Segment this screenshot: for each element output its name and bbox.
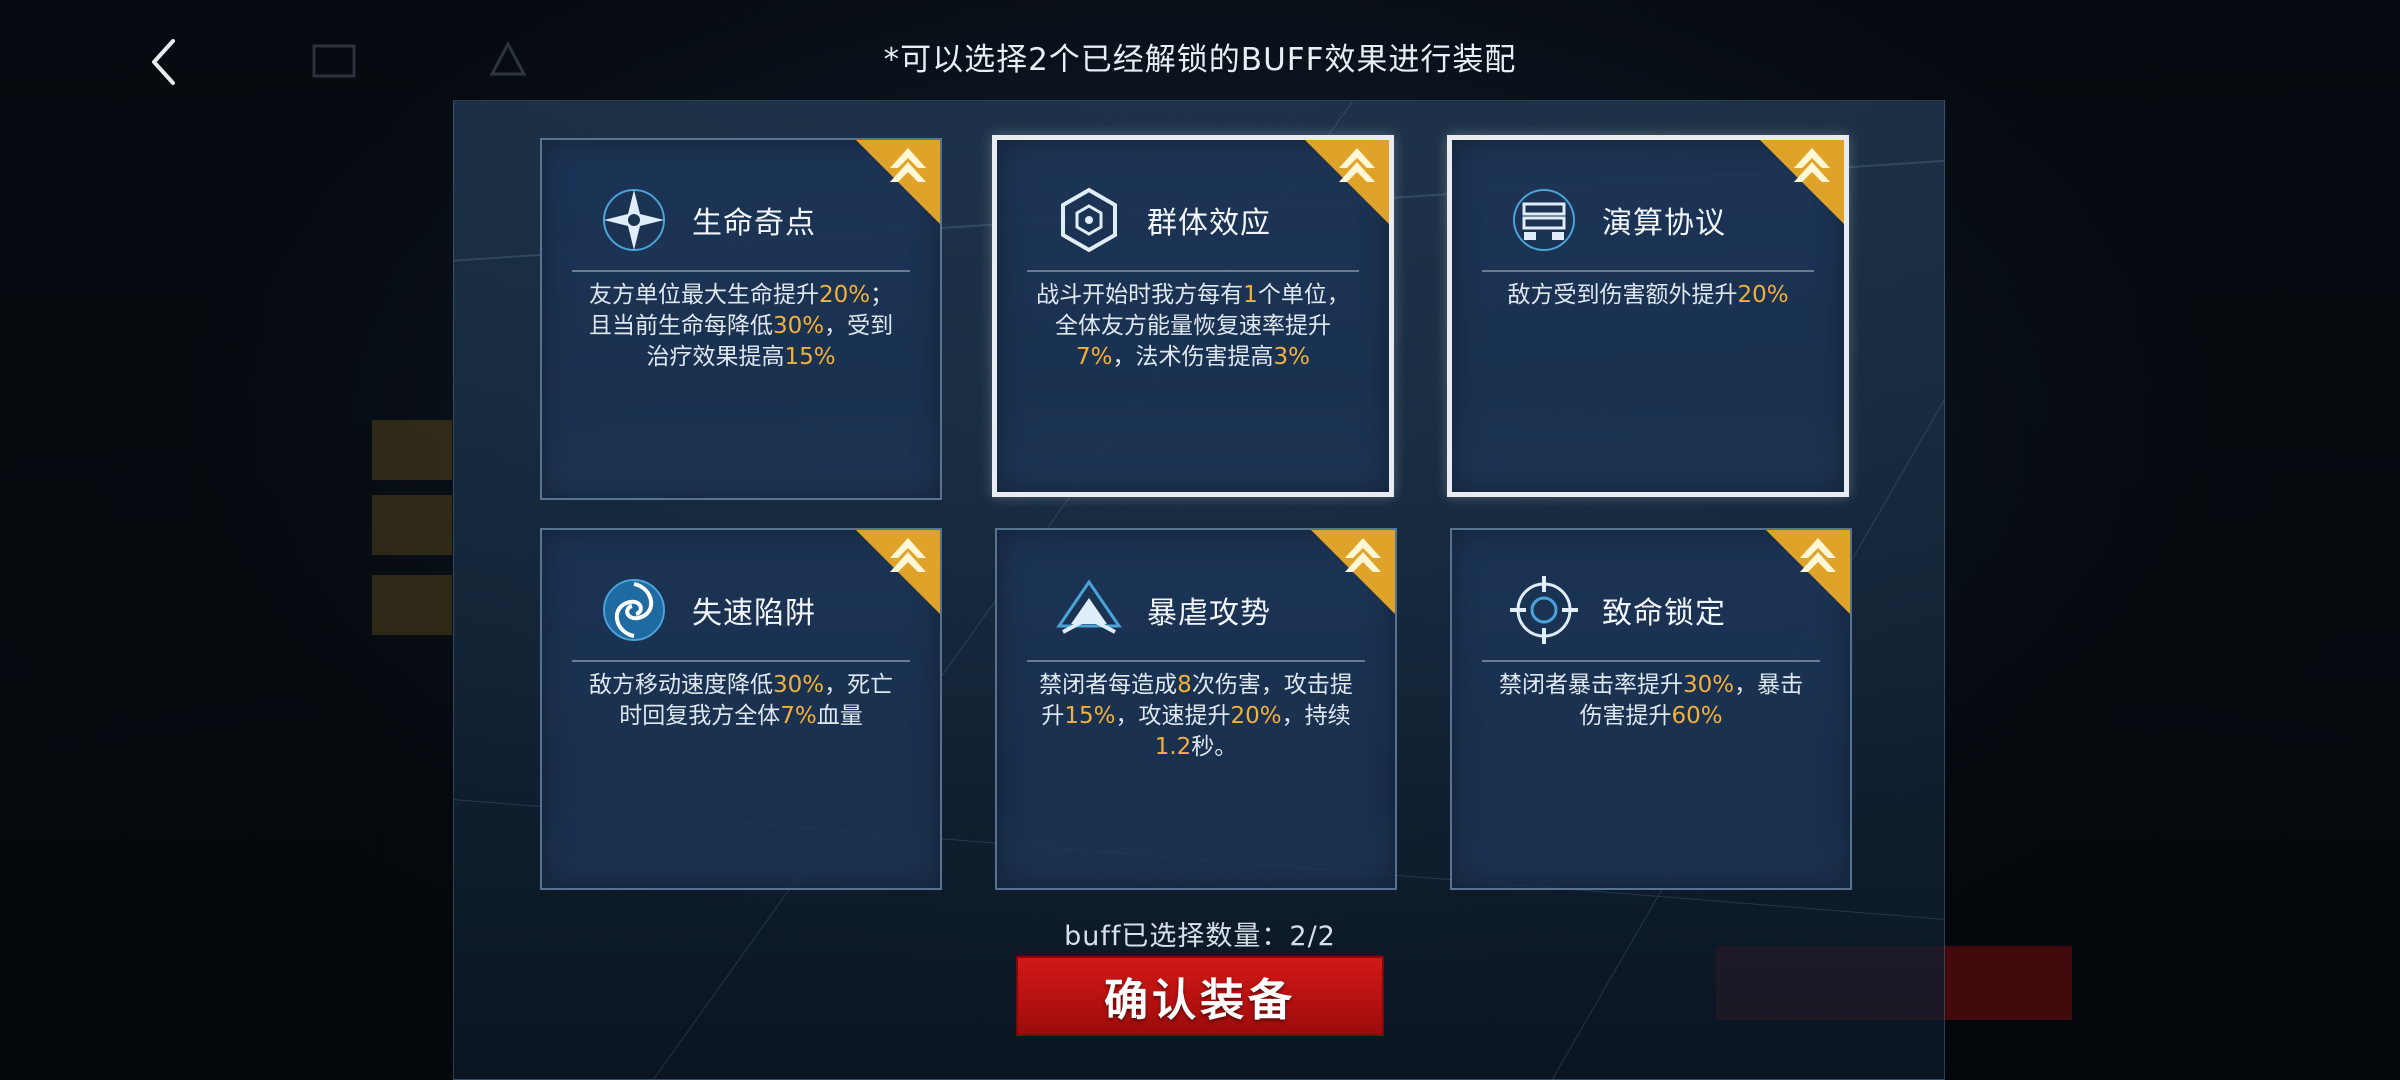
buff-card[interactable]: 失速陷阱 敌方移动速度降低30%，死亡 时回复我方全体7%血量 bbox=[540, 528, 942, 890]
description-text: ，受到 bbox=[824, 313, 894, 339]
highlight-value: 15% bbox=[784, 344, 836, 370]
description-text: 且当前生命每降低 bbox=[588, 313, 773, 339]
description-line: 禁闭者每造成8次伤害，攻击提 bbox=[1021, 670, 1371, 701]
description-text: 禁闭者暴击率提升 bbox=[1498, 672, 1683, 698]
description-text: 敌方受到伤害额外提升 bbox=[1507, 282, 1738, 308]
card-divider bbox=[1027, 660, 1365, 662]
buff-card-title: 群体效应 bbox=[1147, 206, 1271, 241]
highlight-value: 8 bbox=[1177, 672, 1192, 698]
rank-badge-icon bbox=[1760, 140, 1844, 224]
description-text: 次伤害，攻击提 bbox=[1191, 672, 1353, 698]
card-divider bbox=[572, 270, 910, 272]
highlight-value: 30% bbox=[772, 672, 825, 698]
description-text: 秒。 bbox=[1191, 734, 1238, 760]
highlight-value: 1 bbox=[1243, 282, 1258, 308]
description-text: 禁闭者每造成 bbox=[1039, 672, 1178, 698]
description-text: ，攻速提升 bbox=[1115, 703, 1231, 729]
card-divider bbox=[1482, 660, 1820, 662]
description-line: 全体友方能量恢复速率提升 bbox=[1021, 311, 1365, 342]
buff-card-description: 友方单位最大生命提升20%； 且当前生命每降低30%，受到 治疗效果提高15% bbox=[566, 280, 916, 373]
description-text: ，死亡 bbox=[824, 672, 894, 698]
description-line: 敌方受到伤害额外提升20% bbox=[1476, 280, 1820, 311]
buff-card-description: 禁闭者每造成8次伤害，攻击提 升15%，攻速提升20%，持续 1.2秒。 bbox=[1021, 670, 1371, 763]
buff-card-description: 禁闭者暴击率提升30%，暴击 伤害提升60% bbox=[1476, 670, 1826, 732]
description-text: 血量 bbox=[816, 703, 863, 729]
description-line: 时回复我方全体7%血量 bbox=[566, 701, 916, 732]
buff-card-title: 致命锁定 bbox=[1602, 596, 1726, 631]
buff-card-title: 暴虐攻势 bbox=[1147, 596, 1271, 631]
rank-badge-icon bbox=[856, 140, 940, 224]
description-text: 全体友方能量恢复速率提升 bbox=[1055, 313, 1331, 339]
star-burst-icon bbox=[603, 189, 665, 251]
description-line: 且当前生命每降低30%，受到 bbox=[566, 311, 916, 342]
vortex-icon bbox=[603, 579, 665, 641]
description-text: ，持续 bbox=[1281, 703, 1351, 729]
description-text: 友方单位最大生命提升 bbox=[588, 282, 819, 308]
highlight-value: 20% bbox=[1230, 703, 1282, 729]
buff-card-description: 战斗开始时我方每有1个单位， 全体友方能量恢复速率提升 7%，法术伤害提高3% bbox=[1021, 280, 1365, 373]
description-line: 1.2秒。 bbox=[1021, 732, 1371, 763]
description-line: 升15%，攻速提升20%，持续 bbox=[1021, 701, 1371, 732]
description-line: 友方单位最大生命提升20%； bbox=[566, 280, 916, 311]
background-ghost-item bbox=[372, 575, 452, 635]
server-icon bbox=[1513, 189, 1575, 251]
hint-text: *可以选择2个已经解锁的BUFF效果进行装配 bbox=[883, 42, 1517, 78]
rank-badge-icon bbox=[1305, 140, 1389, 224]
description-text: ； bbox=[870, 282, 894, 308]
highlight-value: 3% bbox=[1273, 344, 1311, 370]
buff-card[interactable]: 致命锁定 禁闭者暴击率提升30%，暴击 伤害提升60% bbox=[1450, 528, 1852, 890]
buff-card[interactable]: 生命奇点 友方单位最大生命提升20%； 且当前生命每降低30%，受到 治疗效果提高15… bbox=[540, 138, 942, 500]
card-divider bbox=[1027, 270, 1359, 272]
card-divider bbox=[1482, 270, 1814, 272]
description-text: 个单位， bbox=[1257, 282, 1350, 308]
description-line: 敌方移动速度降低30%，死亡 bbox=[566, 670, 916, 701]
highlight-value: 60% bbox=[1671, 703, 1723, 729]
hexagon-core-icon bbox=[1061, 187, 1117, 253]
description-line: 7%，法术伤害提高3% bbox=[1021, 342, 1365, 373]
description-text: 敌方移动速度降低 bbox=[588, 672, 773, 698]
highlight-value: 15% bbox=[1064, 703, 1116, 729]
description-line: 治疗效果提高15% bbox=[566, 342, 916, 373]
description-line: 伤害提升60% bbox=[1476, 701, 1826, 732]
buff-card-title: 生命奇点 bbox=[692, 206, 816, 241]
highlight-value: 7% bbox=[1076, 344, 1113, 370]
description-text: 战斗开始时我方每有 bbox=[1036, 282, 1244, 308]
card-divider bbox=[572, 660, 910, 662]
rank-badge-icon bbox=[1766, 530, 1850, 614]
background-ghost-item bbox=[372, 495, 452, 555]
highlight-value: 1.2 bbox=[1154, 734, 1192, 760]
chevron-emblem-icon bbox=[1056, 579, 1122, 634]
buff-card-title: 演算协议 bbox=[1602, 206, 1726, 241]
description-text: 伤害提升 bbox=[1579, 703, 1672, 729]
highlight-value: 30% bbox=[772, 313, 825, 339]
highlight-value: 20% bbox=[1737, 282, 1789, 308]
buff-card-description: 敌方移动速度降低30%，死亡 时回复我方全体7%血量 bbox=[566, 670, 916, 732]
buff-card[interactable]: 演算协议敌方受到伤害额外提升20% bbox=[1447, 135, 1849, 497]
highlight-value: 30% bbox=[1682, 672, 1735, 698]
description-text: ，暴击 bbox=[1734, 672, 1804, 698]
highlight-value: 7% bbox=[780, 703, 817, 729]
selection-count: buff已选择数量：2/2 bbox=[1064, 921, 1336, 952]
buff-card[interactable]: 群体效应 战斗开始时我方每有1个单位， 全体友方能量恢复速率提升 7%，法术伤害提高3… bbox=[992, 135, 1394, 497]
buff-card-description: 敌方受到伤害额外提升20% bbox=[1476, 280, 1820, 311]
crosshair-icon bbox=[1510, 576, 1578, 644]
description-line: 战斗开始时我方每有1个单位， bbox=[1021, 280, 1365, 311]
background-ghost-item bbox=[372, 420, 452, 480]
description-line: 禁闭者暴击率提升30%，暴击 bbox=[1476, 670, 1826, 701]
rank-badge-icon bbox=[856, 530, 940, 614]
description-text: 升 bbox=[1041, 703, 1065, 729]
description-text: 治疗效果提高 bbox=[646, 344, 785, 370]
buff-card[interactable]: 暴虐攻势 禁闭者每造成8次伤害，攻击提 升15%，攻速提升20%，持续 1.2秒。 bbox=[995, 528, 1397, 890]
rank-badge-icon bbox=[1311, 530, 1395, 614]
description-text: 时回复我方全体 bbox=[619, 703, 781, 729]
highlight-value: 20% bbox=[818, 282, 871, 308]
buff-card-title: 失速陷阱 bbox=[692, 596, 816, 631]
description-text: ，法术伤害提高 bbox=[1112, 344, 1274, 370]
confirm-equip-button[interactable]: 确认装备 bbox=[1016, 956, 1384, 1036]
